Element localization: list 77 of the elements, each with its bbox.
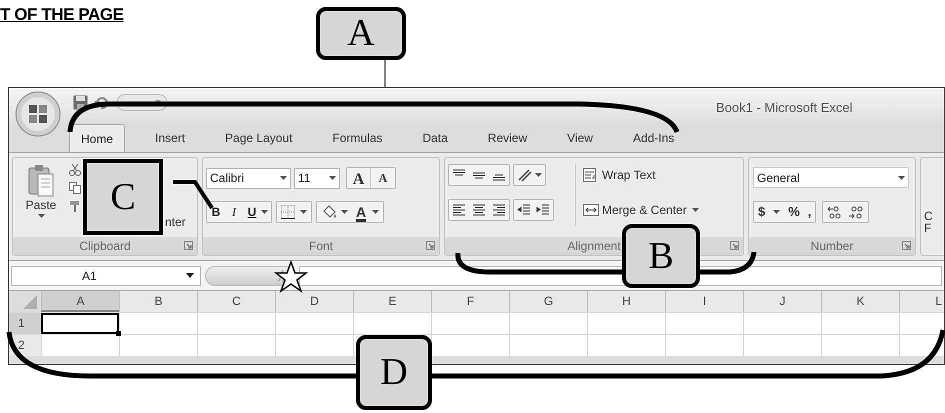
group-label: Font: [308, 238, 333, 255]
wrap-text-button[interactable]: Wrap Text: [583, 165, 656, 185]
callout-label: D: [356, 335, 432, 410]
dialog-launcher-icon[interactable]: [730, 241, 739, 250]
paste-icon: [27, 164, 55, 198]
increase-decimal-icon[interactable]: [827, 205, 844, 219]
align-left-icon[interactable]: [452, 203, 466, 217]
number-format-field[interactable]: General: [753, 167, 909, 188]
caret-icon: [280, 176, 287, 180]
currency-button[interactable]: $: [758, 202, 766, 222]
scissors-icon[interactable]: [69, 164, 81, 176]
decrease-indent-icon[interactable]: [517, 203, 531, 217]
decrease-decimal-icon[interactable]: [848, 205, 864, 219]
page-heading: T OF THE PAGE: [0, 4, 124, 26]
percent-button[interactable]: %: [788, 202, 800, 222]
caret-icon: [773, 210, 780, 214]
shrink-font-button[interactable]: A: [371, 168, 395, 188]
save-icon[interactable]: [73, 95, 88, 110]
merge-cells-icon: [583, 203, 599, 217]
paste-button[interactable]: Paste: [19, 164, 63, 228]
caret-icon: [300, 210, 307, 214]
ribbon-tab[interactable]: Home: [69, 124, 126, 152]
ribbon-tab[interactable]: Insert: [145, 124, 196, 152]
bold-button[interactable]: B: [207, 202, 225, 222]
copy-icon[interactable]: [69, 182, 81, 194]
name-box[interactable]: A1: [11, 266, 201, 286]
font-color-button[interactable]: A: [354, 205, 368, 219]
brush-icon[interactable]: [69, 200, 81, 212]
undo-icon[interactable]: [94, 95, 109, 110]
orientation-icon[interactable]: [517, 168, 533, 182]
group-5-text: F: [924, 222, 932, 234]
dialog-launcher-icon[interactable]: [902, 241, 911, 250]
leader-line: [384, 60, 386, 88]
column-header[interactable]: L: [899, 291, 944, 312]
caret-icon: [898, 176, 905, 180]
grow-font-button[interactable]: A: [347, 168, 371, 188]
group-5-text: C: [924, 210, 933, 222]
wrap-text-icon: [583, 168, 599, 182]
ribbon-tab[interactable]: Formulas: [322, 124, 392, 152]
align-right-icon[interactable]: [492, 203, 506, 217]
caret-icon: [186, 273, 194, 278]
caret-icon: [38, 214, 44, 218]
format-painter-button[interactable]: nter: [165, 213, 186, 231]
comma-button[interactable]: ,: [808, 202, 812, 222]
active-cell[interactable]: [41, 313, 119, 334]
ribbon-tab[interactable]: Add-Ins: [622, 124, 684, 152]
group-label: Number: [810, 238, 854, 255]
caret-icon: [329, 176, 336, 180]
ribbon-tab[interactable]: Page Layout: [215, 124, 302, 152]
caret-icon: [535, 173, 542, 177]
callout-label: C: [83, 159, 163, 235]
group-label: Clipboard: [79, 238, 131, 255]
caret-icon: [341, 210, 348, 214]
align-center-icon[interactable]: [472, 203, 486, 217]
dialog-launcher-icon[interactable]: [184, 241, 193, 250]
ribbon-tab[interactable]: View: [557, 124, 603, 152]
dialog-launcher-icon[interactable]: [426, 241, 435, 250]
ribbon-tab[interactable]: Data: [412, 124, 458, 152]
merge-center-button[interactable]: Merge & Center: [583, 200, 699, 220]
fill-bucket-icon[interactable]: [321, 205, 337, 219]
ribbon-tab[interactable]: Review: [478, 124, 538, 152]
column-header[interactable]: A: [41, 291, 119, 312]
row-header[interactable]: 1: [9, 313, 41, 334]
increase-indent-icon[interactable]: [536, 203, 550, 217]
italic-button[interactable]: I: [225, 202, 243, 222]
callout-label: A: [316, 7, 406, 60]
group-label: Alignment: [567, 238, 621, 255]
font-name-field[interactable]: Calibri: [206, 168, 291, 188]
window-title: Book1 - Microsoft Excel: [716, 99, 853, 118]
bracket-line: [700, 252, 756, 274]
callout-label: B: [622, 224, 700, 288]
caret-icon: [261, 210, 268, 214]
caret-icon: [692, 208, 699, 212]
font-size-field[interactable]: 11: [294, 168, 340, 188]
borders-icon[interactable]: [281, 205, 295, 219]
caret-icon: [372, 210, 379, 214]
underline-button[interactable]: U: [243, 202, 261, 222]
